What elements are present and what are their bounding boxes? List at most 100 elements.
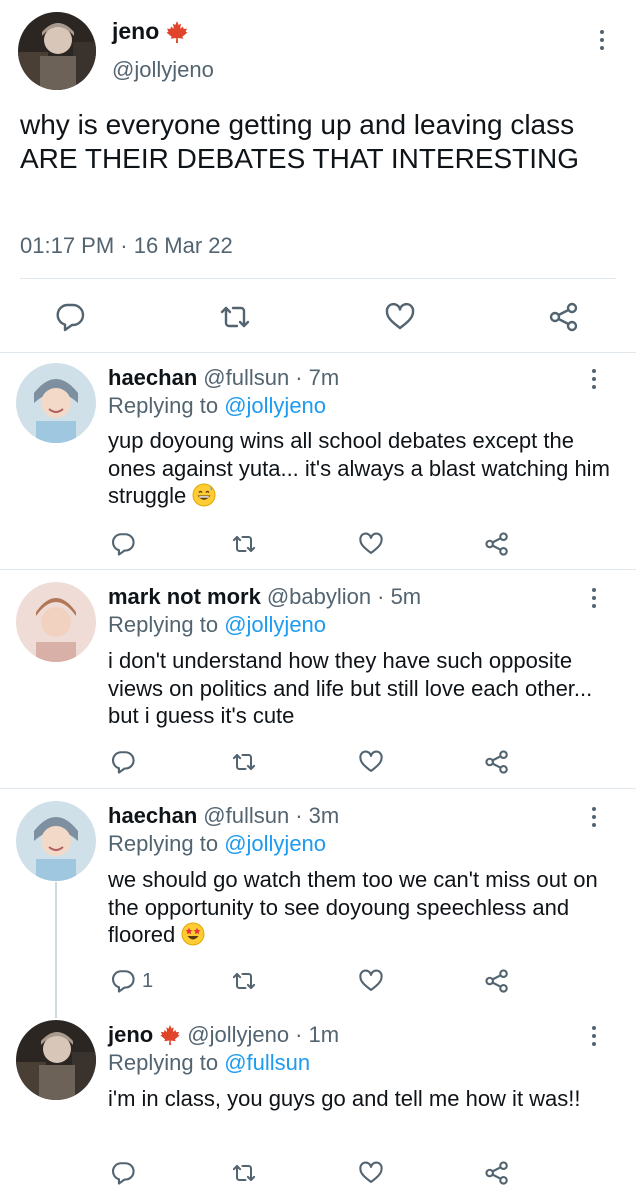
avatar[interactable] bbox=[18, 12, 96, 90]
reply-text-content: i'm in class, you guys go and tell me ho… bbox=[108, 1086, 581, 1111]
share-icon bbox=[485, 750, 508, 774]
reply-text: i'm in class, you guys go and tell me ho… bbox=[108, 1085, 618, 1113]
reply-tweet: jeno @jollyjeno · 1m Replying to @fullsu… bbox=[0, 1008, 636, 1200]
author-name[interactable]: jeno bbox=[108, 1022, 153, 1048]
heart-icon bbox=[359, 969, 383, 991]
replying-to-link[interactable]: @jollyjeno bbox=[224, 612, 326, 637]
reply-button[interactable] bbox=[110, 1158, 142, 1188]
share-button[interactable] bbox=[484, 1158, 510, 1188]
replying-label: Replying to bbox=[108, 1050, 219, 1075]
author-name[interactable]: jeno bbox=[112, 18, 189, 45]
reply-header: haechan @fullsun · 7m bbox=[108, 365, 339, 391]
author-handle[interactable]: @jollyjeno bbox=[187, 1022, 289, 1048]
author-handle[interactable]: @fullsun bbox=[203, 803, 289, 829]
tweet-text: why is everyone getting up and leaving c… bbox=[20, 109, 580, 174]
heart-icon bbox=[385, 302, 415, 330]
reply-header: mark not mork @babylion · 5m bbox=[108, 584, 421, 610]
avatar[interactable] bbox=[16, 363, 96, 443]
reply-tweet: mark not mork @babylion · 5m Replying to… bbox=[0, 570, 636, 788]
like-button[interactable] bbox=[358, 747, 384, 777]
reply-icon bbox=[112, 1162, 135, 1185]
replying-label: Replying to bbox=[108, 831, 219, 856]
tweet-actions bbox=[0, 1158, 636, 1188]
author-name[interactable]: mark not mork bbox=[108, 584, 261, 610]
reply-button[interactable]: 1 bbox=[110, 966, 153, 996]
more-options-icon[interactable] bbox=[584, 584, 604, 612]
reply-time: · 3m bbox=[295, 803, 340, 828]
replying-to-link[interactable]: @fullsun bbox=[224, 1050, 310, 1075]
reply-tweet: haechan @fullsun · 7m Replying to @jolly… bbox=[0, 353, 636, 568]
grinning-sweat-face-icon bbox=[192, 483, 216, 507]
avatar[interactable] bbox=[16, 801, 96, 881]
replying-label: Replying to bbox=[108, 612, 219, 637]
reply-icon bbox=[56, 303, 85, 332]
reply-time: · 1m bbox=[295, 1022, 340, 1047]
share-button[interactable] bbox=[484, 529, 510, 559]
reply-button[interactable] bbox=[110, 747, 142, 777]
retweet-button[interactable] bbox=[230, 529, 258, 559]
retweet-button[interactable] bbox=[215, 292, 255, 342]
retweet-button[interactable] bbox=[230, 966, 258, 996]
retweet-icon bbox=[220, 306, 250, 328]
maple-leaf-icon bbox=[160, 1024, 180, 1046]
author-name[interactable]: haechan bbox=[108, 365, 197, 391]
share-icon bbox=[485, 969, 508, 993]
reply-time: · 7m bbox=[295, 365, 340, 390]
author-handle[interactable]: @jollyjeno bbox=[112, 57, 214, 83]
reply-icon bbox=[112, 970, 135, 993]
retweet-button[interactable] bbox=[230, 1158, 258, 1188]
retweet-icon bbox=[232, 1164, 256, 1182]
star-struck-face-icon bbox=[181, 922, 205, 946]
retweet-icon bbox=[232, 753, 256, 771]
more-options-icon[interactable] bbox=[584, 1022, 604, 1050]
tweet-actions: 1 bbox=[0, 966, 636, 996]
reply-tweet: haechan @fullsun · 3m Replying to @jolly… bbox=[0, 789, 636, 1007]
avatar[interactable] bbox=[16, 582, 96, 662]
author-handle[interactable]: @fullsun bbox=[203, 365, 289, 391]
author-name[interactable]: haechan bbox=[108, 803, 197, 829]
like-button[interactable] bbox=[380, 292, 420, 342]
retweet-icon bbox=[232, 535, 256, 553]
replying-to: Replying to @fullsun bbox=[108, 1050, 310, 1076]
reply-button[interactable] bbox=[110, 529, 142, 559]
like-button[interactable] bbox=[358, 529, 384, 559]
share-button[interactable] bbox=[484, 747, 510, 777]
reply-count: 1 bbox=[142, 969, 154, 992]
reply-text-content: i don't understand how they have such op… bbox=[108, 648, 593, 728]
reply-time: · 5m bbox=[377, 584, 422, 609]
retweet-button[interactable] bbox=[230, 747, 258, 777]
reply-text-content: yup doyoung wins all school debates exce… bbox=[108, 428, 610, 508]
maple-leaf-icon bbox=[166, 20, 188, 43]
more-options-icon[interactable] bbox=[584, 365, 604, 393]
reply-text: i don't understand how they have such op… bbox=[108, 647, 618, 730]
replying-to-link[interactable]: @jollyjeno bbox=[224, 831, 326, 856]
replying-label: Replying to bbox=[108, 393, 219, 418]
share-icon bbox=[485, 1161, 508, 1185]
reply-text: we should go watch them too we can't mis… bbox=[108, 866, 618, 949]
reply-button[interactable] bbox=[50, 292, 90, 342]
like-button[interactable] bbox=[358, 1158, 384, 1188]
more-options-icon[interactable] bbox=[592, 26, 612, 54]
heart-icon bbox=[359, 1161, 383, 1183]
reply-icon bbox=[112, 533, 135, 556]
divider bbox=[20, 278, 616, 279]
replying-to: Replying to @jollyjeno bbox=[108, 612, 326, 638]
avatar[interactable] bbox=[16, 1020, 96, 1100]
heart-icon bbox=[359, 750, 383, 772]
like-button[interactable] bbox=[358, 966, 384, 996]
share-button[interactable] bbox=[544, 292, 584, 342]
share-button[interactable] bbox=[484, 966, 510, 996]
main-tweet: jeno @jollyjeno why is everyone getting … bbox=[0, 0, 636, 352]
replying-to: Replying to @jollyjeno bbox=[108, 393, 326, 419]
tweet-timestamp[interactable]: 01:17 PM · 16 Mar 22 bbox=[20, 233, 233, 259]
more-options-icon[interactable] bbox=[584, 803, 604, 831]
reply-header: jeno @jollyjeno · 1m bbox=[108, 1022, 339, 1048]
author-handle[interactable]: @babylion bbox=[267, 584, 371, 610]
author-name-text: jeno bbox=[112, 18, 160, 44]
reply-text: yup doyoung wins all school debates exce… bbox=[108, 427, 618, 510]
replying-to-link[interactable]: @jollyjeno bbox=[224, 393, 326, 418]
tweet-actions bbox=[0, 292, 636, 342]
reply-header: haechan @fullsun · 3m bbox=[108, 803, 339, 829]
reply-icon bbox=[112, 751, 135, 774]
share-icon bbox=[549, 302, 578, 332]
